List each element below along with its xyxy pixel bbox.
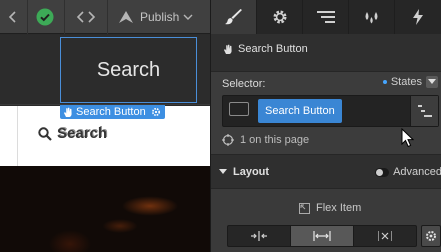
navigator-icon xyxy=(316,11,335,23)
navbar-preview: Search xyxy=(0,35,210,105)
selector-field[interactable]: Search Button xyxy=(222,95,439,127)
advanced-toggle[interactable]: Advanced xyxy=(375,166,441,178)
tab-lightning[interactable] xyxy=(395,0,441,34)
resize-corner-icon xyxy=(299,202,310,214)
element-header: Search Button xyxy=(223,43,308,55)
lightning-icon xyxy=(413,9,423,25)
selection-label-tag[interactable]: Search Button xyxy=(60,105,165,119)
chevron-down-icon xyxy=(426,76,438,88)
publish-label: Publish xyxy=(140,10,180,24)
hero-image-preview xyxy=(0,166,210,252)
states-dropdown[interactable]: States xyxy=(382,76,438,88)
search-icon xyxy=(38,126,52,141)
flex-none-button[interactable] xyxy=(354,226,416,246)
drops-icon xyxy=(365,12,377,24)
design-canvas[interactable]: Search Search Search Search Button xyxy=(0,35,210,252)
tab-settings[interactable] xyxy=(257,0,303,34)
drag-ghost-text: Search xyxy=(58,124,109,141)
publish-icon xyxy=(119,11,133,23)
selector-box-icon xyxy=(229,102,249,116)
selector-label: Selector: xyxy=(222,78,266,90)
hand-icon xyxy=(64,107,72,117)
flex-item-label: Flex Item xyxy=(316,202,362,214)
flex-shrink-button[interactable] xyxy=(228,226,291,246)
flex-item-heading: Flex Item xyxy=(299,202,361,214)
gear-icon xyxy=(426,231,436,241)
hierarchy-icon xyxy=(417,105,432,117)
tab-style[interactable] xyxy=(211,0,257,34)
brush-icon xyxy=(224,9,242,25)
designer-toolbar: Publish xyxy=(0,0,210,34)
selector-tree-button[interactable] xyxy=(410,96,438,126)
gear-icon xyxy=(273,10,286,24)
selection-tag-label: Search Button xyxy=(76,106,146,118)
on-page-count[interactable]: 1 on this page xyxy=(222,134,309,146)
mouse-cursor-icon xyxy=(401,128,414,148)
grow-icon xyxy=(313,231,331,241)
states-label: States xyxy=(390,76,422,88)
code-icon[interactable] xyxy=(65,0,107,34)
panel-tabs xyxy=(211,0,441,34)
advanced-label: Advanced xyxy=(393,166,441,178)
layout-section-header[interactable]: Layout Advanced xyxy=(211,162,441,182)
search-button[interactable]: Search Search xyxy=(38,124,109,142)
close-icon xyxy=(378,231,392,241)
tab-interactions[interactable] xyxy=(349,0,395,34)
nav-search-text: Search xyxy=(96,58,161,81)
target-icon xyxy=(222,134,234,146)
flex-grow-button[interactable] xyxy=(291,226,354,246)
layout-title[interactable]: Layout xyxy=(219,166,269,178)
content-divider xyxy=(17,106,18,166)
style-panel: Search Button Selector: States Search Bu… xyxy=(210,0,441,252)
layout-body: Flex Item xyxy=(211,188,441,252)
flex-sizing-buttons xyxy=(227,225,417,247)
more-icon[interactable] xyxy=(0,0,24,34)
hand-icon xyxy=(224,44,232,54)
toggle-switch[interactable] xyxy=(375,167,390,177)
status-check-icon[interactable] xyxy=(28,0,62,34)
on-page-text: 1 on this page xyxy=(240,134,310,146)
publish-button[interactable]: Publish xyxy=(110,0,208,34)
shrink-icon xyxy=(251,231,267,241)
caret-down-icon xyxy=(219,169,227,174)
tab-navigator[interactable] xyxy=(303,0,349,34)
search-button-text: Search Search xyxy=(57,124,109,142)
toolbar-divider xyxy=(107,0,108,34)
flex-settings-button[interactable] xyxy=(421,225,441,247)
gear-icon[interactable] xyxy=(151,107,161,117)
layout-label: Layout xyxy=(233,166,270,178)
element-title: Search Button xyxy=(238,43,308,55)
selected-search-element[interactable]: Search xyxy=(60,37,197,103)
chevron-down-icon xyxy=(183,14,193,20)
states-indicator-dot xyxy=(382,80,387,84)
class-pill[interactable]: Search Button xyxy=(258,99,342,123)
